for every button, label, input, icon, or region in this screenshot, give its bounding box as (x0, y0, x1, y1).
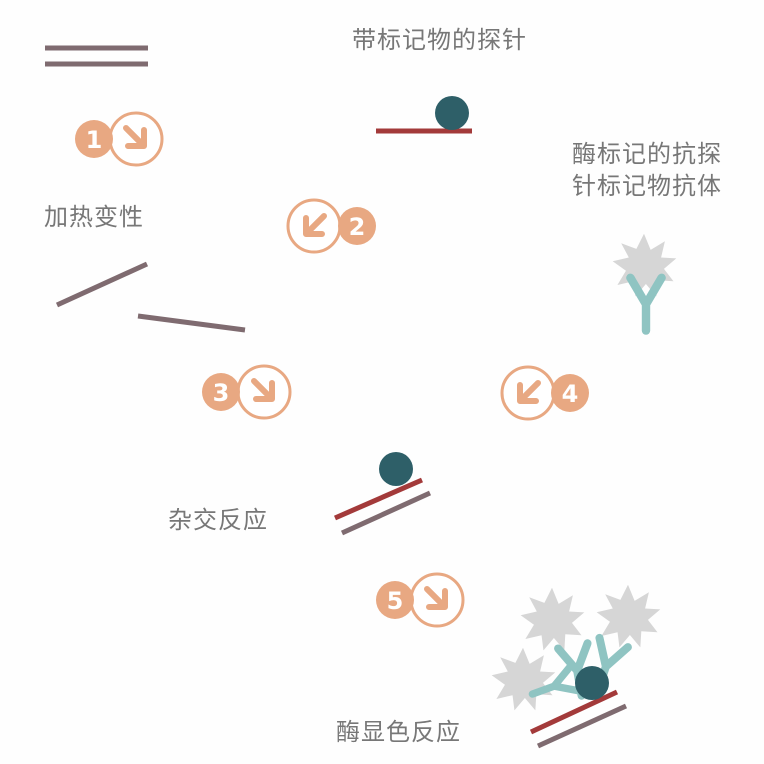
double-stranded-dna (45, 45, 148, 67)
step-3-marker: 3 (202, 364, 292, 420)
label-ball (575, 666, 609, 700)
step-5-marker: 5 (376, 572, 465, 628)
enzyme-icon (612, 233, 677, 297)
diagram-canvas: 1 2 3 4 5 (45, 45, 677, 749)
step-number: 3 (213, 379, 230, 407)
step-number: 4 (562, 380, 579, 408)
target-strand (340, 490, 432, 536)
step-number: 2 (349, 213, 366, 241)
single-strand-b (137, 313, 246, 333)
step-1-marker: 1 (75, 111, 164, 167)
labeled-probe (376, 96, 472, 134)
label-ball (435, 96, 469, 130)
target-strand (536, 703, 628, 749)
step-4-marker: 4 (500, 365, 589, 421)
hybridized-complex (333, 452, 432, 536)
enzyme-labeled-antibody (612, 233, 677, 331)
antibody-icon (630, 278, 661, 331)
enzyme-icon (491, 647, 556, 711)
single-strand-a (55, 261, 149, 308)
enzyme-icon (520, 587, 585, 651)
denatured-single-strands (55, 261, 246, 333)
probe-strand (529, 689, 619, 735)
label-ball (379, 452, 413, 486)
enzyme-icon (596, 584, 661, 648)
step-number: 1 (86, 126, 103, 154)
color-reaction-complex (491, 584, 661, 749)
probe-strand (333, 477, 424, 521)
step-number: 5 (387, 587, 404, 615)
step-2-marker: 2 (286, 198, 376, 254)
